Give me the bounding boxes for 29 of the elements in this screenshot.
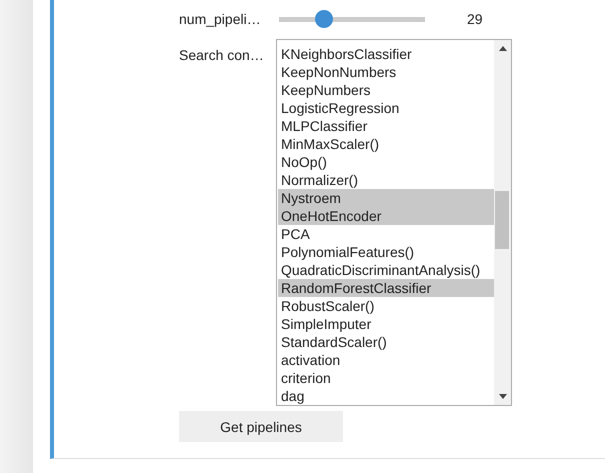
list-option[interactable]: Normalizer() bbox=[278, 171, 494, 189]
scroll-down-icon[interactable] bbox=[498, 394, 506, 399]
scroll-up-icon[interactable] bbox=[498, 46, 506, 51]
list-option[interactable]: MinMaxScaler() bbox=[278, 135, 494, 153]
list-option[interactable]: criterion bbox=[278, 369, 494, 387]
list-option[interactable]: PolynomialFeatures() bbox=[278, 243, 494, 261]
list-option[interactable]: dag bbox=[278, 387, 494, 405]
list-option[interactable]: PCA bbox=[278, 225, 494, 243]
multi-select-list[interactable] bbox=[276, 39, 512, 406]
select-label: Search con… bbox=[179, 47, 265, 63]
list-option[interactable]: KeepNonNumbers bbox=[278, 63, 494, 81]
scrollbar-thumb[interactable] bbox=[495, 191, 509, 249]
list-option[interactable]: KeepNumbers bbox=[278, 81, 494, 99]
slider-thumb[interactable] bbox=[314, 10, 333, 28]
list-option[interactable]: RobustScaler() bbox=[278, 297, 494, 315]
list-option[interactable]: activation bbox=[278, 351, 494, 369]
list-option[interactable]: StandardScaler() bbox=[278, 333, 494, 351]
list-option[interactable]: Nystroem bbox=[278, 189, 494, 207]
list-option[interactable]: NoOp() bbox=[278, 153, 494, 171]
list-option[interactable]: QuadraticDiscriminantAnalysis() bbox=[278, 261, 494, 279]
slider-label: num_pipeli… bbox=[179, 11, 262, 27]
get-pipelines-button[interactable]: Get pipelines bbox=[179, 411, 343, 442]
slider-value: 29 bbox=[467, 11, 483, 27]
list-option[interactable]: OneHotEncoder bbox=[278, 207, 494, 225]
list-option[interactable]: SimpleImputer bbox=[278, 315, 494, 333]
list-option[interactable]: KNeighborsClassifier bbox=[278, 45, 494, 63]
list-option[interactable]: LogisticRegression bbox=[278, 99, 494, 117]
list-option[interactable]: RandomForestClassifier bbox=[278, 279, 494, 297]
list-option[interactable]: MLPClassifier bbox=[278, 117, 494, 135]
